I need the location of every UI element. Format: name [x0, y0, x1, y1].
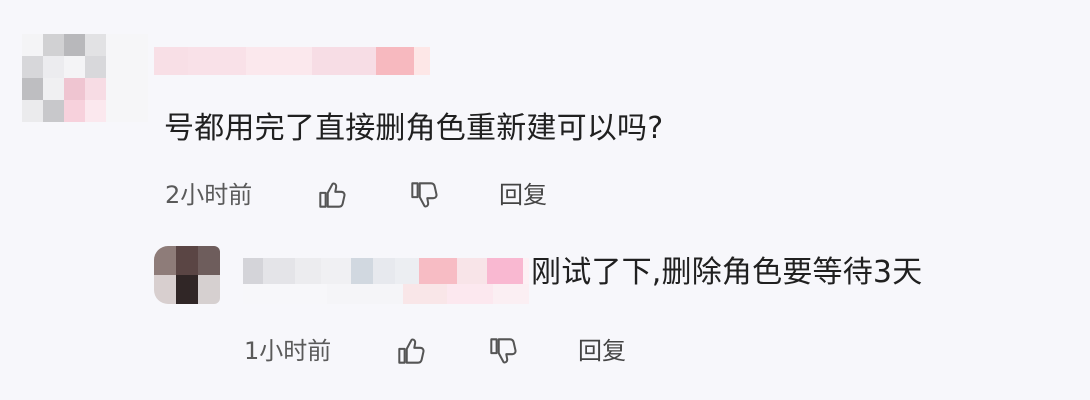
- dislike-button[interactable]: [486, 334, 520, 368]
- thumbs-down-icon: [411, 182, 438, 208]
- thumbs-down-icon: [490, 338, 517, 364]
- blurred-avatar-icon: [154, 246, 220, 304]
- reply-label: 回复: [499, 181, 547, 209]
- like-button[interactable]: [315, 178, 349, 212]
- blurred-avatar-icon: [22, 34, 148, 122]
- comment-time: 2小时前: [165, 181, 253, 209]
- blurred-username-icon: [154, 47, 430, 75]
- reply-button[interactable]: 回复: [499, 183, 547, 207]
- reply-button[interactable]: 回复: [578, 339, 626, 363]
- blurred-username-icon: [243, 284, 529, 304]
- reply-time: 1小时前: [244, 337, 332, 365]
- thumbs-up-icon: [398, 338, 425, 364]
- like-button[interactable]: [394, 334, 428, 368]
- reply-label: 回复: [578, 337, 626, 365]
- reply-meta: 1小时前 回复: [244, 334, 626, 368]
- comment-text: 号都用完了直接删角色重新建可以吗?: [164, 111, 664, 146]
- thumbs-up-icon: [319, 182, 346, 208]
- dislike-button[interactable]: [407, 178, 441, 212]
- comment-meta: 2小时前 回复: [165, 178, 547, 212]
- blurred-username-icon: [243, 258, 529, 284]
- reply-text: 刚试了下,删除角色要等待3天: [531, 255, 923, 290]
